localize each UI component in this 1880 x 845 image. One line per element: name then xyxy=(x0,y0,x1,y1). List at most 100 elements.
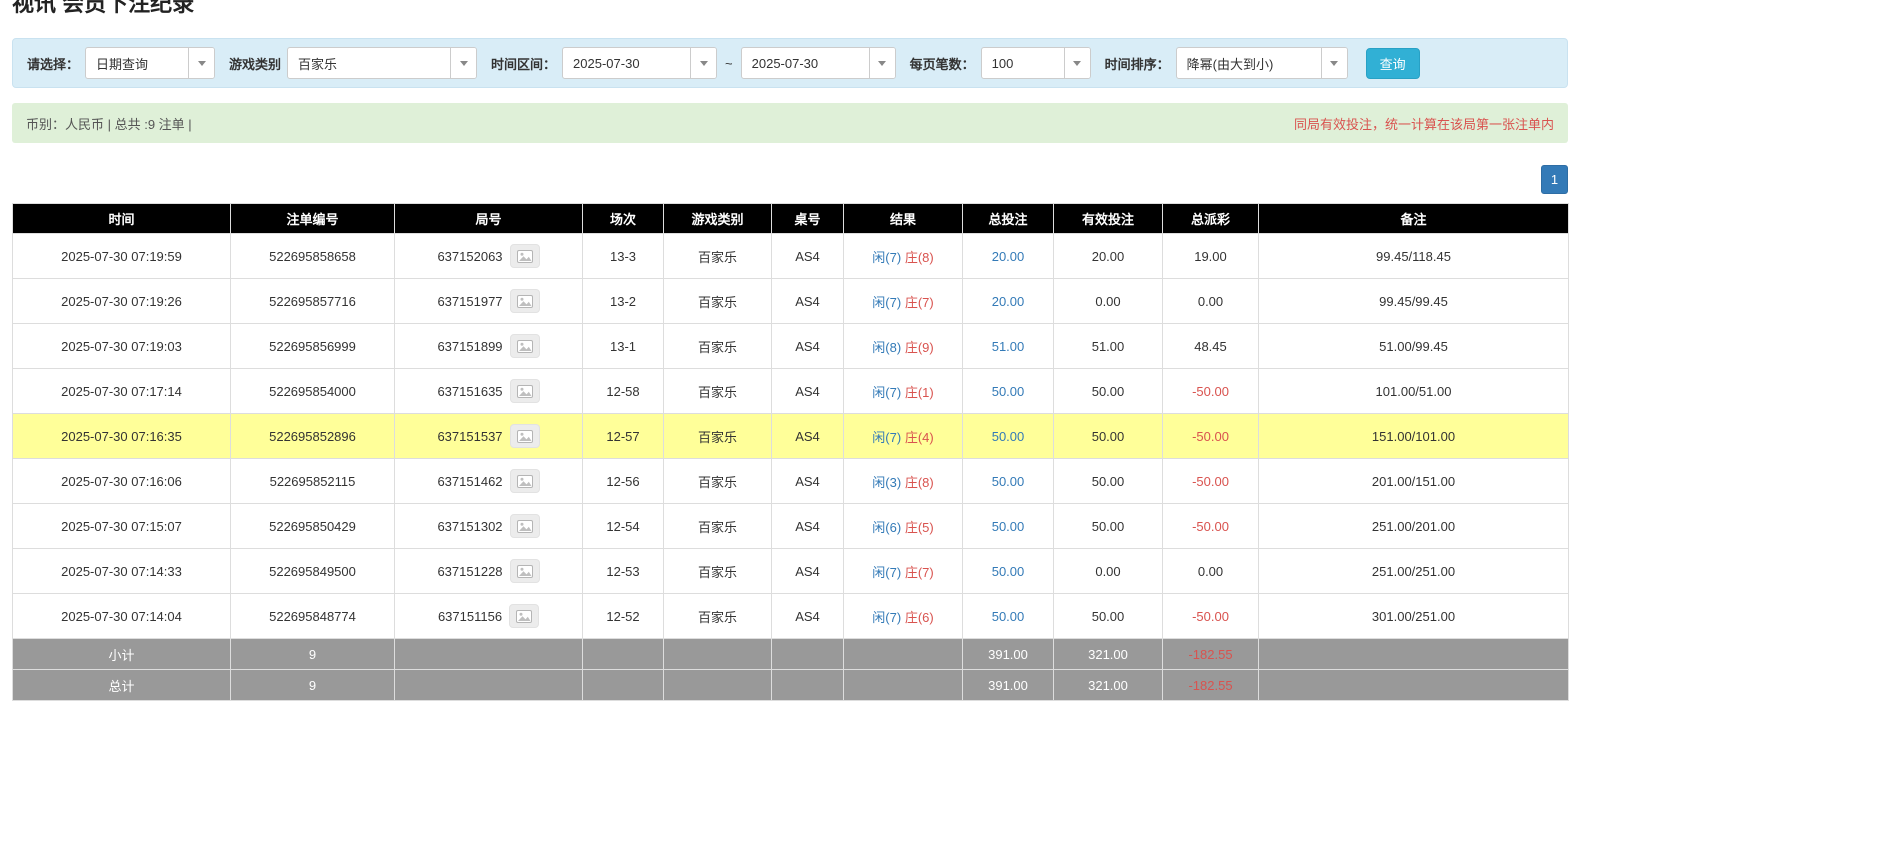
time-sort-select[interactable]: 降幂(由大到小) xyxy=(1175,47,1348,79)
video-replay-button[interactable] xyxy=(509,469,540,493)
cell-table-no: AS4 xyxy=(771,593,844,639)
table-row: 2025-07-30 07:14:04 522695848774 6371511… xyxy=(12,593,1569,639)
result-banker: 庄(1) xyxy=(904,384,934,400)
chevron-down-icon xyxy=(450,48,477,78)
cell-time: 2025-07-30 07:19:26 xyxy=(12,278,231,324)
cell-session: 12-57 xyxy=(582,413,664,459)
total-bet-link[interactable]: 20.00 xyxy=(992,294,1025,309)
per-page-value: 100 xyxy=(991,55,1014,71)
cell-game: 百家乐 xyxy=(663,323,772,369)
total-empty-cell xyxy=(843,669,963,701)
video-replay-button[interactable] xyxy=(509,379,540,403)
total-bet-link[interactable]: 50.00 xyxy=(992,519,1025,534)
cell-round: 637151635 xyxy=(394,368,583,414)
time-sort-label: 时间排序： xyxy=(1104,56,1170,72)
date-from-select[interactable]: 2025-07-30 xyxy=(562,47,718,79)
cell-time: 2025-07-30 07:15:07 xyxy=(12,503,231,549)
video-replay-icon xyxy=(516,339,533,353)
total-bet-link[interactable]: 50.00 xyxy=(992,429,1025,444)
query-type-select[interactable]: 日期查询 xyxy=(85,47,216,79)
total-bet-link[interactable]: 50.00 xyxy=(992,609,1025,624)
cell-table-no: AS4 xyxy=(771,368,844,414)
col-round: 局号 xyxy=(394,203,583,234)
table-row: 2025-07-30 07:16:35 522695852896 6371515… xyxy=(12,413,1569,459)
date-to-select[interactable]: 2025-07-30 xyxy=(740,47,896,79)
round-id: 637151537 xyxy=(437,428,503,444)
video-replay-button[interactable] xyxy=(509,244,540,268)
cell-bet-id: 522695857716 xyxy=(230,278,395,324)
table-row: 2025-07-30 07:14:33 522695849500 6371512… xyxy=(12,548,1569,594)
result-banker: 庄(8) xyxy=(904,249,934,265)
query-type-value: 日期查询 xyxy=(96,56,149,72)
result-player: 闲(7) xyxy=(872,384,902,400)
video-replay-button[interactable] xyxy=(509,514,540,538)
info-bar: 币别：人民币 | 总共 :9 注单 | 同局有效投注，统一计算在该局第一张注单内 xyxy=(12,103,1568,143)
cell-bet-id: 522695848774 xyxy=(230,593,395,639)
cell-valid-bet: 50.00 xyxy=(1053,413,1163,459)
col-bet-id: 注单编号 xyxy=(230,203,395,234)
cell-result: 闲(6) 庄(5) xyxy=(843,503,963,549)
game-category-select[interactable]: 百家乐 xyxy=(287,47,478,79)
subtotal-label: 小计 xyxy=(12,638,231,670)
total-total-bet: 391.00 xyxy=(962,669,1054,701)
per-page-select[interactable]: 100 xyxy=(980,47,1091,79)
cell-total-bet: 50.00 xyxy=(962,593,1054,639)
cell-result: 闲(7) 庄(6) xyxy=(843,593,963,639)
cell-result: 闲(7) 庄(7) xyxy=(843,278,963,324)
filter-bar: 请选择： 日期查询 游戏类别 百家乐 时间区间： 2025-07-30 ~ 20… xyxy=(12,38,1568,88)
page-button-1[interactable]: 1 xyxy=(1541,165,1568,194)
result-banker: 庄(8) xyxy=(904,474,934,490)
col-session: 场次 xyxy=(582,203,664,234)
cell-remark: 51.00/99.45 xyxy=(1258,323,1569,369)
round-id: 637151462 xyxy=(437,473,503,489)
cell-round: 637151977 xyxy=(394,278,583,324)
total-bet-link[interactable]: 20.00 xyxy=(992,249,1025,264)
video-replay-button[interactable] xyxy=(509,289,540,313)
table-row: 2025-07-30 07:19:59 522695858658 6371520… xyxy=(12,233,1569,279)
video-replay-button[interactable] xyxy=(509,334,540,358)
cell-valid-bet: 0.00 xyxy=(1053,278,1163,324)
table-header-row: 时间 注单编号 局号 场次 游戏类别 桌号 结果 总投注 有效投注 总派彩 备注 xyxy=(12,203,1569,234)
cell-table-no: AS4 xyxy=(771,233,844,279)
video-replay-icon xyxy=(516,564,533,578)
col-time: 时间 xyxy=(12,203,231,234)
subtotal-empty-cell xyxy=(394,638,583,670)
cell-round: 637151537 xyxy=(394,413,583,459)
cell-session: 12-58 xyxy=(582,368,664,414)
video-replay-button[interactable] xyxy=(509,604,540,628)
result-banker: 庄(7) xyxy=(904,294,934,310)
cell-round: 637151156 xyxy=(394,593,583,639)
col-result: 结果 xyxy=(843,203,963,234)
result-player: 闲(8) xyxy=(872,339,902,355)
subtotal-payout: -182.55 xyxy=(1162,638,1259,670)
query-button[interactable]: 查询 xyxy=(1365,47,1420,79)
total-bet-link[interactable]: 50.00 xyxy=(992,474,1025,489)
round-id: 637152063 xyxy=(437,248,503,264)
cell-total-bet: 50.00 xyxy=(962,368,1054,414)
cell-valid-bet: 50.00 xyxy=(1053,593,1163,639)
cell-session: 13-2 xyxy=(582,278,664,324)
time-sort-value: 降幂(由大到小) xyxy=(1186,56,1274,72)
table-row: 2025-07-30 07:17:14 522695854000 6371516… xyxy=(12,368,1569,414)
chevron-down-icon xyxy=(1320,48,1347,78)
subtotal-valid-bet: 321.00 xyxy=(1053,638,1163,670)
cell-payout: -50.00 xyxy=(1162,413,1259,459)
cell-time: 2025-07-30 07:14:33 xyxy=(12,548,231,594)
cell-game: 百家乐 xyxy=(663,368,772,414)
col-table-no: 桌号 xyxy=(771,203,844,234)
subtotal-total-bet: 391.00 xyxy=(962,638,1054,670)
cell-remark: 301.00/251.00 xyxy=(1258,593,1569,639)
cell-time: 2025-07-30 07:17:14 xyxy=(12,368,231,414)
col-game: 游戏类别 xyxy=(663,203,772,234)
video-replay-button[interactable] xyxy=(509,559,540,583)
cell-remark: 251.00/251.00 xyxy=(1258,548,1569,594)
cell-table-no: AS4 xyxy=(771,548,844,594)
total-bet-link[interactable]: 51.00 xyxy=(992,339,1025,354)
cell-result: 闲(7) 庄(7) xyxy=(843,548,963,594)
total-bet-link[interactable]: 50.00 xyxy=(992,384,1025,399)
result-player: 闲(7) xyxy=(872,249,902,265)
video-replay-button[interactable] xyxy=(509,424,540,448)
cell-payout: 0.00 xyxy=(1162,548,1259,594)
date-to-value: 2025-07-30 xyxy=(751,55,819,71)
total-bet-link[interactable]: 50.00 xyxy=(992,564,1025,579)
